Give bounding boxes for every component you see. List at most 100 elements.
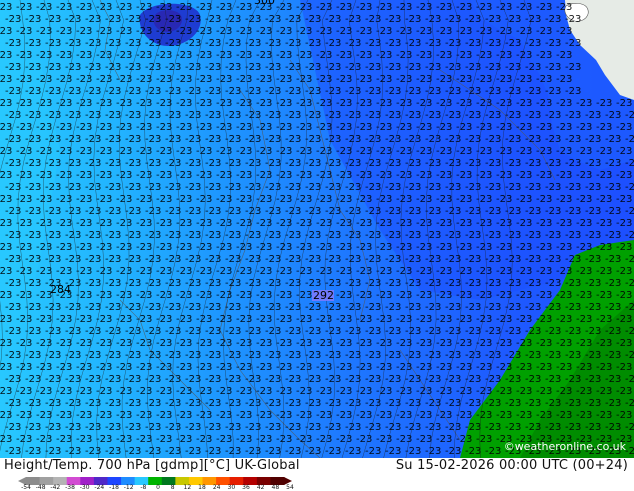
contour-label: -23: [25, 278, 41, 289]
contour-label: -23: [345, 254, 361, 265]
contour-label: -23: [605, 158, 621, 169]
contour-label: -23: [56, 98, 72, 109]
contour-label: -23: [485, 38, 501, 49]
contour-label: -23: [276, 2, 292, 13]
contour-label: -23: [516, 98, 532, 109]
contour-label: -23: [456, 50, 472, 61]
contour-label: -23: [216, 50, 232, 61]
contour-label: -23: [585, 182, 601, 193]
contour-label: -23: [125, 422, 141, 433]
contour-label: -23: [365, 86, 381, 97]
contour-label: -23: [456, 266, 472, 277]
contour-label: -23: [0, 170, 12, 181]
contour-label: -23: [416, 410, 432, 421]
contour-label: -23: [565, 350, 581, 361]
contour-label: -23: [596, 290, 612, 301]
contour-label: -23: [296, 194, 312, 205]
contour-label: -23: [476, 266, 492, 277]
contour-label: -23: [156, 386, 172, 397]
contour-label: -23: [276, 26, 292, 37]
contour-label: -23: [245, 422, 261, 433]
contour-label: -23: [276, 122, 292, 133]
contour-label: -23: [536, 170, 552, 181]
contour-label: -23: [285, 230, 301, 241]
contour-label: -23: [105, 278, 121, 289]
contour-label: -23: [545, 206, 561, 217]
contour-label: -23: [385, 254, 401, 265]
contour-label: -23: [336, 410, 352, 421]
contour-label: -23: [156, 218, 172, 229]
contour-label: -23: [65, 422, 81, 433]
contour-label: -23: [545, 326, 561, 337]
contour-label: -23: [485, 446, 501, 457]
contour-label: -23: [565, 230, 581, 241]
contour-label: -23: [325, 254, 341, 265]
contour-label: -23: [225, 110, 241, 121]
contour-label: -23: [516, 266, 532, 277]
contour-label: -23: [585, 422, 601, 433]
contour-label: -23: [45, 14, 61, 25]
contour-label: -23: [36, 434, 52, 445]
contour-label: -23: [56, 338, 72, 349]
contour-label: -23: [525, 110, 541, 121]
contour-label: -23: [485, 158, 501, 169]
contour-label: -23: [365, 134, 381, 145]
contour-label: -23: [156, 362, 172, 373]
contour-label: -23: [256, 242, 272, 253]
contour-label: -23: [545, 110, 561, 121]
contour-label: -23: [476, 2, 492, 13]
colorbar-tick-label: 24: [212, 484, 221, 491]
contour-label: -23: [105, 398, 121, 409]
contour-label: -23: [596, 122, 612, 133]
contour-label: -23: [476, 74, 492, 85]
contour-label: -23: [465, 278, 481, 289]
contour-label: -23: [185, 38, 201, 49]
contour-label: -23: [436, 170, 452, 181]
contour-label: -23: [285, 110, 301, 121]
contour-label: -23: [625, 254, 634, 265]
contour-label: -23: [576, 194, 592, 205]
contour-label: -23: [576, 362, 592, 373]
contour-label: -23: [496, 170, 512, 181]
contour-label: -23: [545, 302, 561, 313]
contour-label: -23: [125, 38, 141, 49]
contour-label: -23: [116, 218, 132, 229]
contour-label: -23: [56, 26, 72, 37]
contour-label: -23: [25, 230, 41, 241]
contour-label: -23: [25, 14, 41, 25]
contour-label: -23: [325, 446, 341, 457]
contour-label: -23: [216, 338, 232, 349]
contour-label: -23: [456, 146, 472, 157]
contour-label: -23: [296, 434, 312, 445]
contour-label: -23: [405, 302, 421, 313]
contour-label: -23: [565, 158, 581, 169]
contour-label: -23: [305, 86, 321, 97]
contour-label: -23: [536, 362, 552, 373]
contour-label: -23: [5, 206, 21, 217]
contour-label: -23: [585, 350, 601, 361]
contour-label: -23: [485, 230, 501, 241]
contour-label: -23: [105, 254, 121, 265]
contour-label: -23: [85, 158, 101, 169]
contour-label: -23: [325, 422, 341, 433]
contour-label: -23: [305, 374, 321, 385]
contour-label: -23: [285, 158, 301, 169]
contour-label: -23: [5, 398, 21, 409]
contour-label: -23: [316, 410, 332, 421]
contour-label: -23: [185, 422, 201, 433]
contour-label: -23: [356, 170, 372, 181]
contour-label: -23: [165, 446, 181, 457]
contour-label: -23: [45, 230, 61, 241]
contour-label: -23: [625, 278, 634, 289]
colorbar-tick-label: -18: [109, 484, 119, 491]
contour-label: -23: [425, 326, 441, 337]
contour-label: -23: [605, 422, 621, 433]
contour-label: -23: [0, 362, 12, 373]
contour-label: -23: [545, 182, 561, 193]
contour-label: -23: [616, 290, 632, 301]
contour-label: -23: [76, 242, 92, 253]
contour-label: -23: [396, 410, 412, 421]
contour-label: -23: [76, 26, 92, 37]
contour-label: -23: [336, 50, 352, 61]
contour-label: -23: [596, 218, 612, 229]
